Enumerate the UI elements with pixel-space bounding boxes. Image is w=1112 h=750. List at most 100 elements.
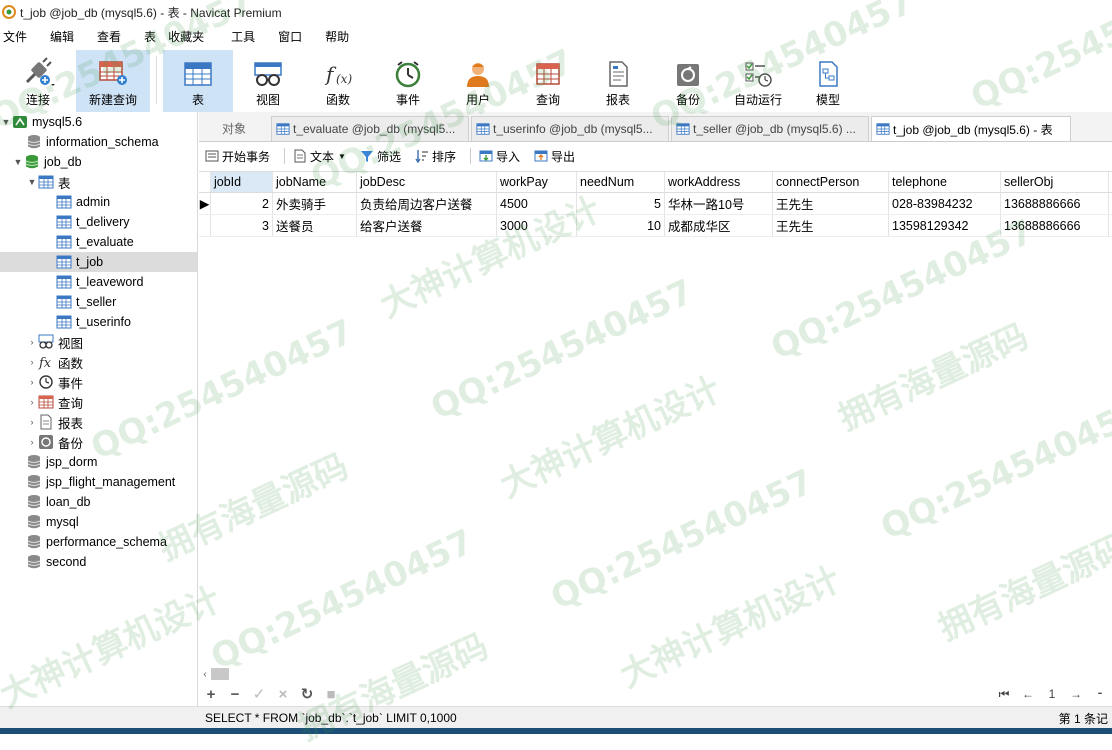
column-header-jobdesc[interactable]: jobDesc: [357, 172, 497, 192]
tree-db-loan-db[interactable]: loan_db: [0, 492, 197, 512]
event-button[interactable]: 事件: [373, 50, 443, 112]
column-header-jobname[interactable]: jobName: [273, 172, 357, 192]
tree-table-admin[interactable]: admin: [0, 192, 197, 212]
cell-connectperson[interactable]: 王先生: [773, 215, 889, 236]
tree-queries-folder[interactable]: › 查询: [0, 392, 197, 412]
query-button[interactable]: 查询: [513, 50, 583, 112]
user-button[interactable]: 用户: [443, 50, 513, 112]
tree-events-folder[interactable]: › 事件: [0, 372, 197, 392]
collapse-arrow-icon[interactable]: ▼: [0, 117, 12, 127]
menu-file[interactable]: 文件: [0, 28, 36, 45]
cell-telephone[interactable]: 028-83984232: [889, 193, 1001, 214]
menu-help[interactable]: 帮助: [311, 28, 358, 45]
tree-connection-mysql56[interactable]: ▼ mysql5.6: [0, 112, 197, 132]
cell-jobid[interactable]: 2: [211, 193, 273, 214]
tab-objects[interactable]: 对象: [199, 116, 269, 141]
tree-table-t-job[interactable]: t_job: [0, 252, 197, 272]
tree-table-t-seller[interactable]: t_seller: [0, 292, 197, 312]
tree-views-folder[interactable]: › 视图: [0, 332, 197, 352]
autorun-button[interactable]: 自动运行: [723, 50, 793, 112]
scrollbar-thumb[interactable]: [211, 668, 229, 680]
tree-table-t-leaveword[interactable]: t_leaveword: [0, 272, 197, 292]
cell-jobdesc[interactable]: 给客户送餐: [357, 215, 497, 236]
expand-arrow-icon[interactable]: ›: [26, 337, 38, 347]
menu-view[interactable]: 查看: [83, 28, 130, 45]
tree-db-job-db[interactable]: ▼ job_db: [0, 152, 197, 172]
cell-jobname[interactable]: 送餐员: [273, 215, 357, 236]
cell-neednum[interactable]: 5: [577, 193, 665, 214]
tree-db-jsp-flight-management[interactable]: jsp_flight_management: [0, 472, 197, 492]
tree-db-performance-schema[interactable]: performance_schema: [0, 532, 197, 552]
tab-t-userinfo[interactable]: t_userinfo @job_db (mysql5...: [471, 116, 669, 141]
collapse-arrow-icon[interactable]: ▼: [26, 177, 38, 187]
menu-table[interactable]: 表: [130, 28, 165, 45]
menu-tools[interactable]: 工具: [213, 28, 264, 45]
sort-button[interactable]: 排序: [415, 148, 456, 165]
function-button[interactable]: f (x) 函数: [303, 50, 373, 112]
backup-button[interactable]: 备份: [653, 50, 723, 112]
discard-changes-icon[interactable]: ×: [271, 686, 295, 703]
column-header-connectperson[interactable]: connectPerson: [773, 172, 889, 192]
tree-tables-folder[interactable]: ▼ 表: [0, 172, 197, 192]
tree-functions-folder[interactable]: › fx 函数: [0, 352, 197, 372]
first-page-icon[interactable]: ⏮: [992, 687, 1016, 702]
dropdown-caret-icon[interactable]: ▼: [338, 152, 346, 161]
column-header-workaddress[interactable]: workAddress: [665, 172, 773, 192]
cell-sellerobj[interactable]: 13688886666: [1001, 215, 1109, 236]
apply-changes-icon[interactable]: ✓: [247, 685, 271, 703]
tree-table-t-delivery[interactable]: t_delivery: [0, 212, 197, 232]
collapse-arrow-icon[interactable]: ▼: [12, 157, 24, 167]
column-header-workpay[interactable]: workPay: [497, 172, 577, 192]
cell-jobdesc[interactable]: 负责给周边客户送餐: [357, 193, 497, 214]
column-header-jobid[interactable]: jobId: [211, 172, 273, 192]
tree-reports-folder[interactable]: › 报表: [0, 412, 197, 432]
expand-arrow-icon[interactable]: ›: [26, 417, 38, 427]
cell-jobid[interactable]: 3: [211, 215, 273, 236]
cell-connectperson[interactable]: 王先生: [773, 193, 889, 214]
import-button[interactable]: 导入: [479, 148, 520, 165]
refresh-icon[interactable]: ↻: [295, 685, 319, 703]
cell-workpay[interactable]: 3000: [497, 215, 577, 236]
tree-db-information-schema[interactable]: information_schema: [0, 132, 197, 152]
tab-t-evaluate[interactable]: t_evaluate @job_db (mysql5...: [271, 116, 469, 141]
tree-backups-folder[interactable]: › 备份: [0, 432, 197, 452]
menu-favorites[interactable]: 收藏夹: [165, 28, 213, 45]
expand-arrow-icon[interactable]: ›: [26, 397, 38, 407]
report-button[interactable]: 报表: [583, 50, 653, 112]
tree-table-t-evaluate[interactable]: t_evaluate: [0, 232, 197, 252]
column-header-telephone[interactable]: telephone: [889, 172, 1001, 192]
tab-t-job[interactable]: t_job @job_db (mysql5.6) - 表: [871, 116, 1071, 141]
begin-transaction-button[interactable]: 开始事务: [205, 148, 270, 165]
table-row[interactable]: 3 送餐员 给客户送餐 3000 10 成都成华区 王先生 1359812934…: [199, 215, 1112, 237]
current-row-pointer-icon[interactable]: ▶: [199, 193, 211, 214]
cell-sellerobj[interactable]: 13688886666: [1001, 193, 1109, 214]
tab-t-seller[interactable]: t_seller @job_db (mysql5.6) ...: [671, 116, 869, 141]
tree-db-jsp-dorm[interactable]: jsp_dorm: [0, 452, 197, 472]
more-options-icon[interactable]: ⁃: [1088, 687, 1112, 701]
table-row[interactable]: ▶ 2 外卖骑手 负责给周边客户送餐 4500 5 华林一路10号 王先生 02…: [199, 193, 1112, 215]
new-query-button[interactable]: 新建查询: [76, 50, 150, 112]
next-page-icon[interactable]: →: [1064, 687, 1088, 701]
cell-telephone[interactable]: 13598129342: [889, 215, 1001, 236]
add-record-icon[interactable]: +: [199, 686, 223, 703]
cell-workpay[interactable]: 4500: [497, 193, 577, 214]
filter-button[interactable]: 筛选: [360, 148, 401, 165]
cell-workaddress[interactable]: 成都成华区: [665, 215, 773, 236]
view-button[interactable]: 视图: [233, 50, 303, 112]
stop-icon[interactable]: ■: [319, 686, 343, 703]
cell-neednum[interactable]: 10: [577, 215, 665, 236]
expand-arrow-icon[interactable]: ›: [26, 357, 38, 367]
column-header-neednum[interactable]: needNum: [577, 172, 665, 192]
previous-page-icon[interactable]: ←: [1016, 687, 1040, 701]
page-number[interactable]: 1: [1040, 687, 1064, 701]
tree-db-mysql[interactable]: mysql: [0, 512, 197, 532]
model-button[interactable]: 模型: [793, 50, 863, 112]
export-button[interactable]: 导出: [534, 148, 575, 165]
tree-db-second[interactable]: second: [0, 552, 197, 572]
row-header[interactable]: [199, 215, 211, 236]
horizontal-scrollbar[interactable]: ‹: [199, 667, 1112, 681]
tree-table-t-userinfo[interactable]: t_userinfo: [0, 312, 197, 332]
cell-jobname[interactable]: 外卖骑手: [273, 193, 357, 214]
expand-arrow-icon[interactable]: ›: [26, 437, 38, 447]
expand-arrow-icon[interactable]: ›: [26, 377, 38, 387]
